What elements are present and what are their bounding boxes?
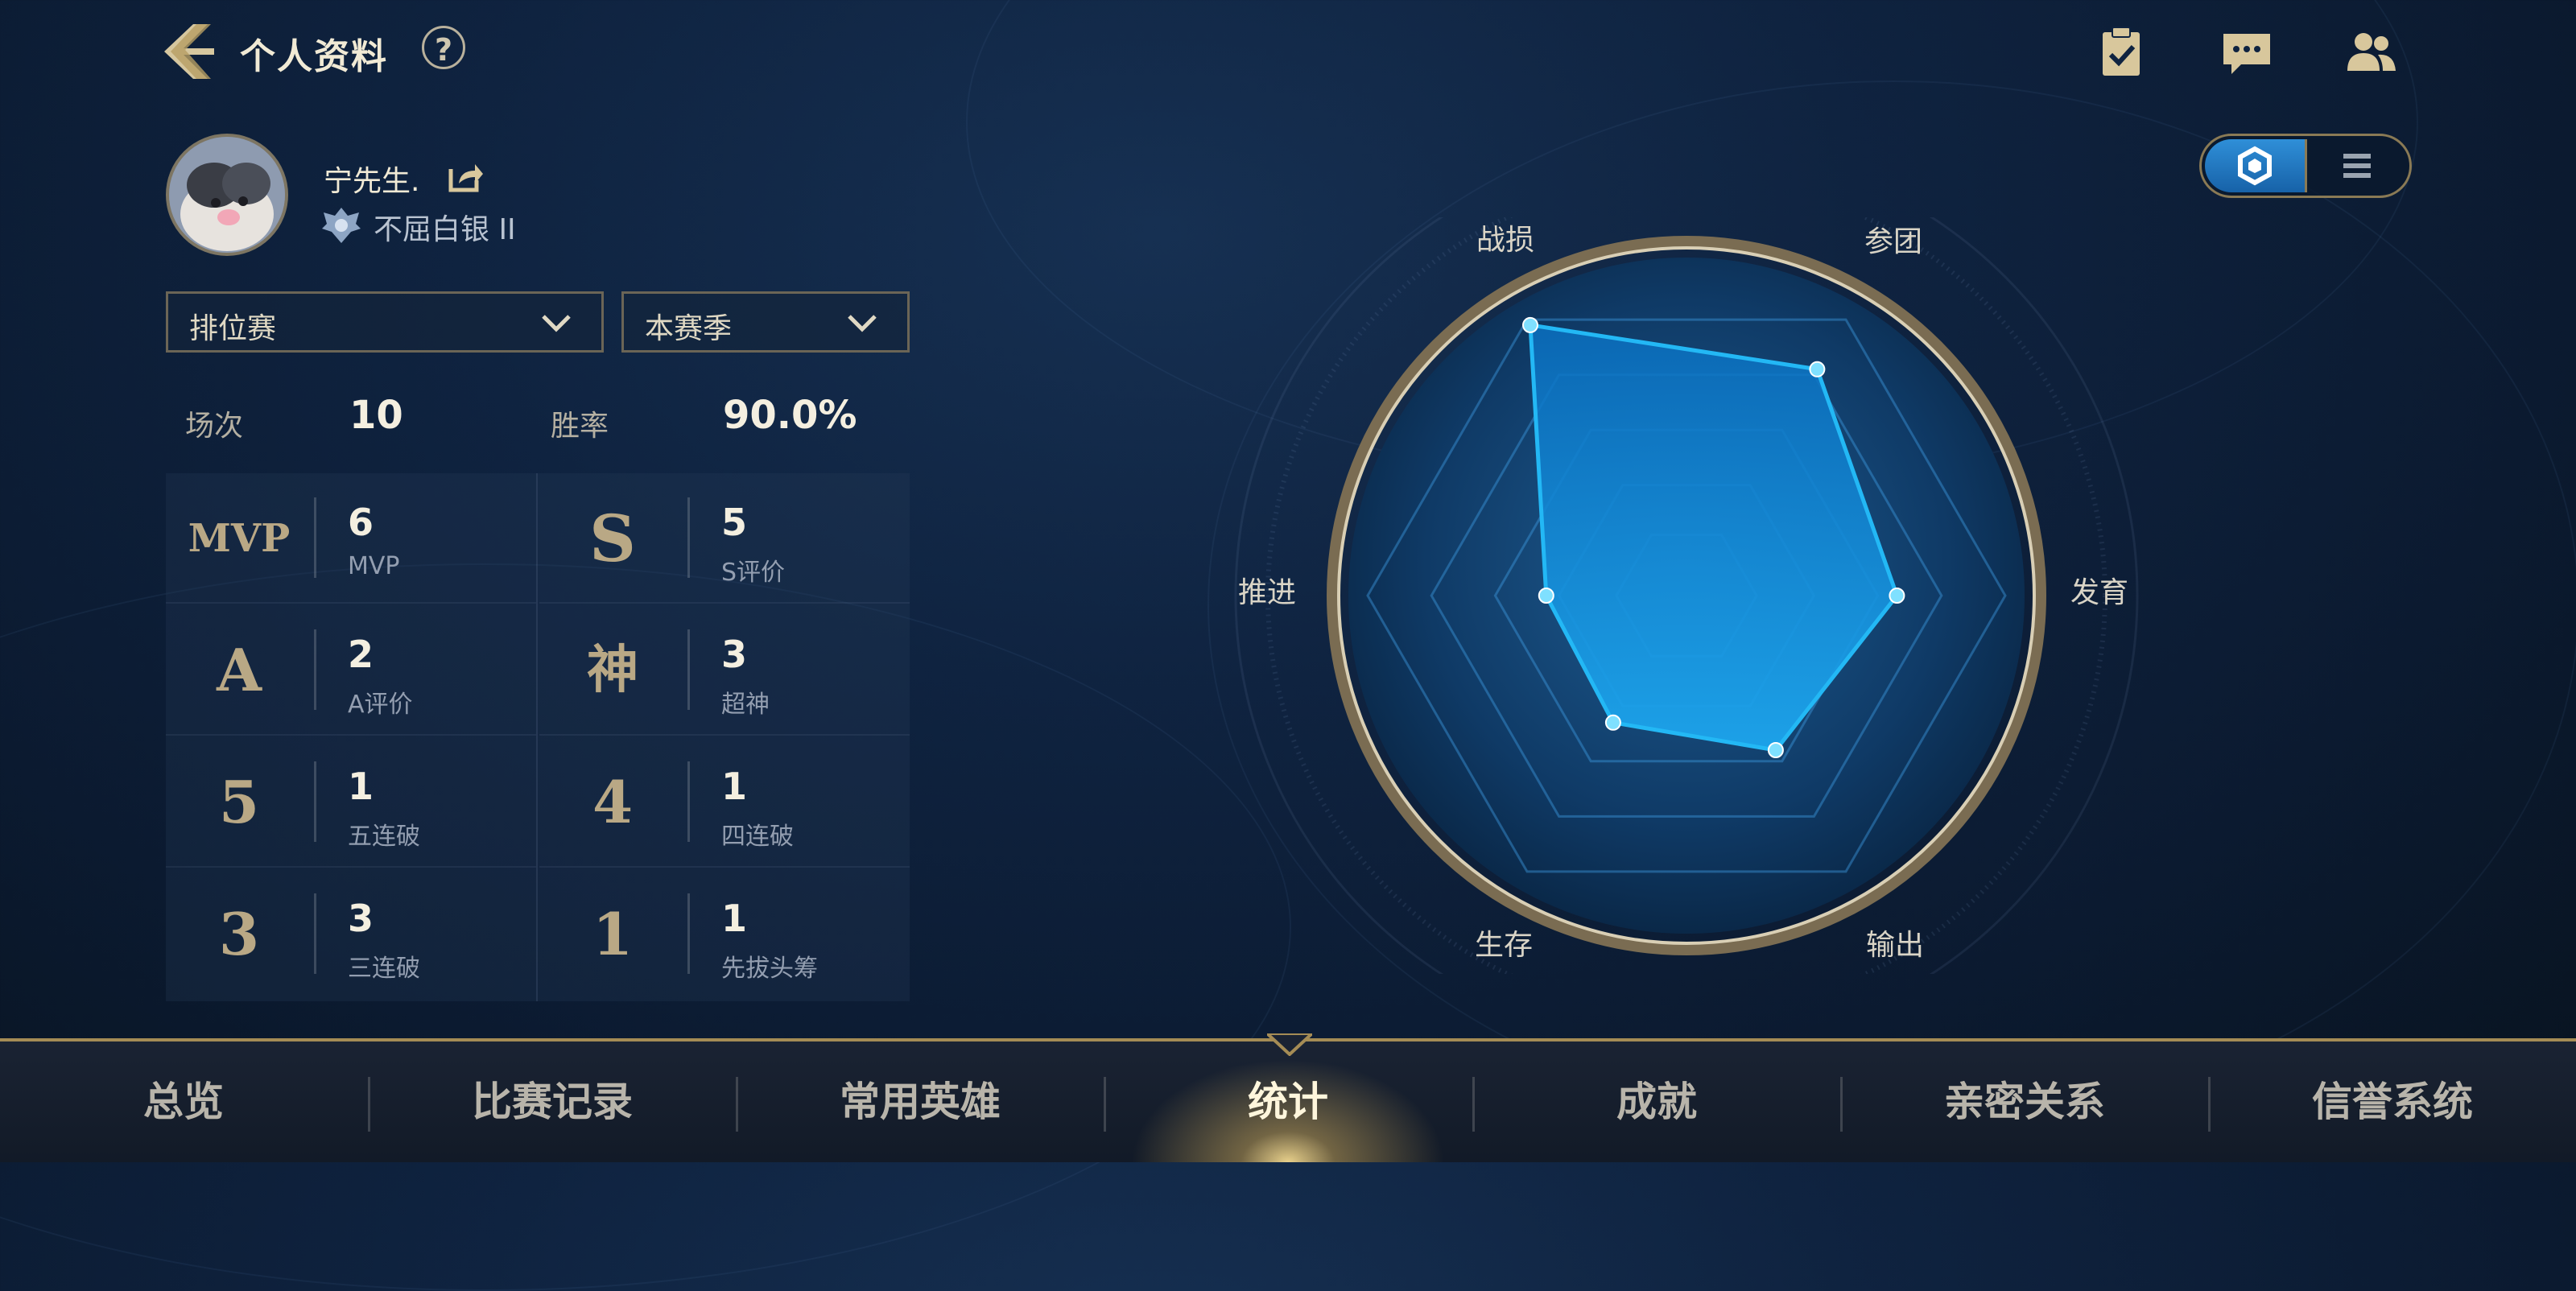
performance-radar-chart: 战损 参团发育输出 生存 推进 bbox=[1234, 217, 2139, 974]
cell-divider bbox=[314, 761, 316, 842]
tab-credit-system[interactable]: 信誉系统 bbox=[2209, 1041, 2576, 1162]
matches-value: 10 bbox=[349, 393, 403, 438]
cell-divider bbox=[314, 629, 316, 710]
radar-axis-label: 输出 bbox=[1866, 929, 1924, 962]
quadra-badge-icon: 4 bbox=[592, 768, 634, 836]
cell-divider bbox=[687, 893, 690, 974]
stat-a-rating: A 2 A评价 bbox=[166, 605, 536, 736]
cell-divider bbox=[687, 497, 690, 578]
bottom-nav: 总览 比赛记录 常用英雄 统计 成就 亲密关系 信誉系统 bbox=[0, 1038, 2576, 1162]
stat-value: 1 bbox=[721, 897, 748, 940]
mvp-badge-icon: MVP bbox=[188, 516, 291, 561]
matches-label: 场次 bbox=[185, 410, 244, 443]
game-mode-dropdown[interactable]: 排位赛 bbox=[166, 291, 604, 353]
stat-value: 1 bbox=[348, 765, 374, 808]
radar-point-1 bbox=[1522, 316, 1538, 333]
tab-match-history[interactable]: 比赛记录 bbox=[369, 1041, 736, 1162]
s-badge-icon: S bbox=[589, 501, 636, 576]
stat-value: 1 bbox=[721, 765, 748, 808]
tab-statistics[interactable]: 统计 bbox=[1104, 1041, 1472, 1162]
rank-name: 不屈白银 II bbox=[374, 213, 516, 246]
winrate-label: 胜率 bbox=[551, 410, 609, 443]
stat-triple-kill: 3 3 三连破 bbox=[166, 869, 536, 1000]
game-mode-value: 排位赛 bbox=[189, 312, 277, 345]
share-icon[interactable] bbox=[448, 158, 483, 193]
winrate-value: 90.0% bbox=[723, 393, 857, 438]
stat-value: 5 bbox=[721, 501, 748, 544]
chevron-down-icon bbox=[848, 315, 877, 332]
list-view-button[interactable] bbox=[2308, 139, 2408, 192]
friends-icon[interactable] bbox=[2343, 24, 2399, 80]
radar-point-6 bbox=[1538, 588, 1554, 604]
stat-label: 超神 bbox=[721, 691, 770, 719]
radar-point-4 bbox=[1767, 742, 1784, 758]
back-arrow-icon[interactable] bbox=[161, 21, 219, 82]
season-dropdown[interactable]: 本赛季 bbox=[621, 291, 910, 353]
rank-badge-icon bbox=[322, 208, 361, 243]
stat-label: A评价 bbox=[348, 691, 413, 719]
cell-divider bbox=[314, 893, 316, 974]
stat-mvp: MVP 6 MVP bbox=[166, 473, 536, 604]
a-badge-icon: A bbox=[217, 636, 262, 704]
stat-value: 2 bbox=[348, 633, 374, 676]
page-title: 个人资料 bbox=[240, 36, 388, 77]
tab-heroes[interactable]: 常用英雄 bbox=[737, 1041, 1104, 1162]
active-tab-pointer-icon bbox=[1267, 1033, 1312, 1056]
toggle-separator bbox=[2305, 139, 2307, 192]
tab-relationships[interactable]: 亲密关系 bbox=[1841, 1041, 2208, 1162]
radar-point-2 bbox=[1809, 361, 1826, 377]
radar-axis-label: 参团 bbox=[1864, 225, 1922, 258]
radar-point-5 bbox=[1604, 714, 1621, 731]
stat-value: 6 bbox=[348, 501, 374, 544]
season-value: 本赛季 bbox=[645, 312, 733, 345]
stat-value: 3 bbox=[348, 897, 374, 940]
list-icon bbox=[2343, 154, 2371, 178]
triple-badge-icon: 3 bbox=[218, 900, 260, 968]
nickname: 宁先生. bbox=[324, 165, 420, 198]
avatar[interactable] bbox=[166, 134, 288, 256]
chat-icon[interactable] bbox=[2219, 24, 2275, 80]
stat-label: 先拔头筹 bbox=[721, 955, 818, 983]
tasks-clipboard-icon[interactable] bbox=[2093, 24, 2149, 80]
tab-overview[interactable]: 总览 bbox=[0, 1041, 367, 1162]
radar-axis-label: 生存 bbox=[1475, 929, 1533, 962]
hexagon-icon bbox=[2238, 146, 2272, 186]
cell-divider bbox=[687, 761, 690, 842]
stats-grid: MVP 6 MVP S 5 S评价 A 2 A评价 神 3 超神 5 1 五连破… bbox=[166, 473, 910, 1001]
tab-achievements[interactable]: 成就 bbox=[1473, 1041, 1840, 1162]
cell-divider bbox=[314, 497, 316, 578]
radar-axis-label: 战损 bbox=[1476, 224, 1534, 257]
stat-label: MVP bbox=[348, 552, 400, 580]
stat-godlike: 神 3 超神 bbox=[539, 605, 910, 736]
stat-penta-kill: 5 1 五连破 bbox=[166, 737, 536, 868]
godlike-badge-icon: 神 bbox=[587, 640, 638, 700]
radar-view-button[interactable] bbox=[2205, 139, 2305, 192]
view-toggle[interactable] bbox=[2199, 134, 2412, 198]
chevron-down-icon bbox=[542, 315, 571, 332]
stat-first-blood: 1 1 先拔头筹 bbox=[539, 869, 910, 1000]
stat-label: 三连破 bbox=[348, 955, 420, 983]
avatar-cat-image bbox=[169, 137, 285, 253]
cell-divider bbox=[687, 629, 690, 710]
radar-point-3 bbox=[1889, 588, 1905, 604]
first-blood-badge-icon: 1 bbox=[592, 900, 634, 968]
grid-divider bbox=[536, 473, 538, 1001]
stat-value: 3 bbox=[721, 633, 748, 676]
stat-quadra-kill: 4 1 四连破 bbox=[539, 737, 910, 868]
stat-s-rating: S 5 S评价 bbox=[539, 473, 910, 604]
stat-label: S评价 bbox=[721, 559, 786, 587]
penta-badge-icon: 5 bbox=[218, 768, 260, 836]
radar-axis-label: 发育 bbox=[2070, 576, 2128, 609]
stat-label: 五连破 bbox=[348, 823, 420, 851]
radar-axis-label: 推进 bbox=[1238, 576, 1296, 609]
help-icon[interactable]: ? bbox=[422, 26, 465, 69]
stat-label: 四连破 bbox=[721, 823, 794, 851]
